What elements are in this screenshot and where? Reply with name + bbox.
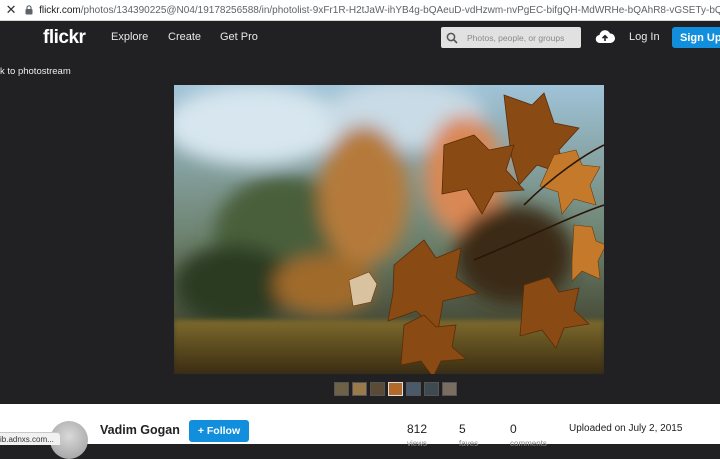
stat-views: 812 views	[407, 422, 427, 448]
thumbnail-1[interactable]	[334, 382, 349, 396]
photo-info-bar: Vadim Gogan + Follow 812 views 5 faves 0…	[0, 404, 720, 459]
nav-explore[interactable]: Explore	[111, 31, 148, 43]
search-input[interactable]	[463, 32, 579, 43]
search-box[interactable]	[441, 27, 581, 48]
thumbnail-7[interactable]	[442, 382, 457, 396]
thumbnail-3[interactable]	[370, 382, 385, 396]
cloud-upload-icon[interactable]	[595, 29, 616, 49]
flickr-logo[interactable]: flickr	[43, 27, 86, 49]
url-field[interactable]: flickr.com/photos/134390225@N04/19178256…	[35, 5, 720, 16]
close-tab-icon[interactable]: ✕	[0, 2, 22, 18]
login-link[interactable]: Log In	[629, 31, 660, 43]
photo-stage: k to photostream	[0, 54, 720, 404]
thumbnail-2[interactable]	[352, 382, 367, 396]
top-nav: flickr Explore Create Get Pro Log In Sig…	[0, 21, 720, 54]
photo-thumbnails	[334, 382, 457, 396]
thumbnail-5[interactable]	[406, 382, 421, 396]
thumbnail-6[interactable]	[424, 382, 439, 396]
stat-faves: 5 faves	[459, 422, 478, 448]
nav-get-pro[interactable]: Get Pro	[220, 31, 258, 43]
upload-date: Uploaded on July 2, 2015	[569, 423, 683, 434]
views-count: 812	[407, 422, 428, 436]
stat-comments: 0 comments	[510, 422, 547, 448]
signup-button[interactable]: Sign Up	[672, 27, 720, 48]
browser-status-bar: ib.adnxs.com...	[0, 432, 61, 445]
nav-create[interactable]: Create	[168, 31, 201, 43]
author-name[interactable]: Vadim Gogan	[100, 423, 180, 437]
browser-address-bar: ✕ flickr.com/photos/134390225@N04/191782…	[0, 0, 720, 21]
thumbnail-4[interactable]	[388, 382, 403, 396]
comments-count: 0	[510, 422, 517, 436]
faves-count: 5	[459, 422, 466, 436]
main-photo[interactable]	[174, 85, 604, 374]
status-text: ib.adnxs.com...	[0, 434, 54, 444]
back-to-photostream-link[interactable]: k to photostream	[0, 66, 71, 77]
follow-button[interactable]: + Follow	[189, 420, 249, 442]
lock-icon[interactable]	[22, 5, 35, 15]
search-icon[interactable]	[441, 32, 463, 44]
